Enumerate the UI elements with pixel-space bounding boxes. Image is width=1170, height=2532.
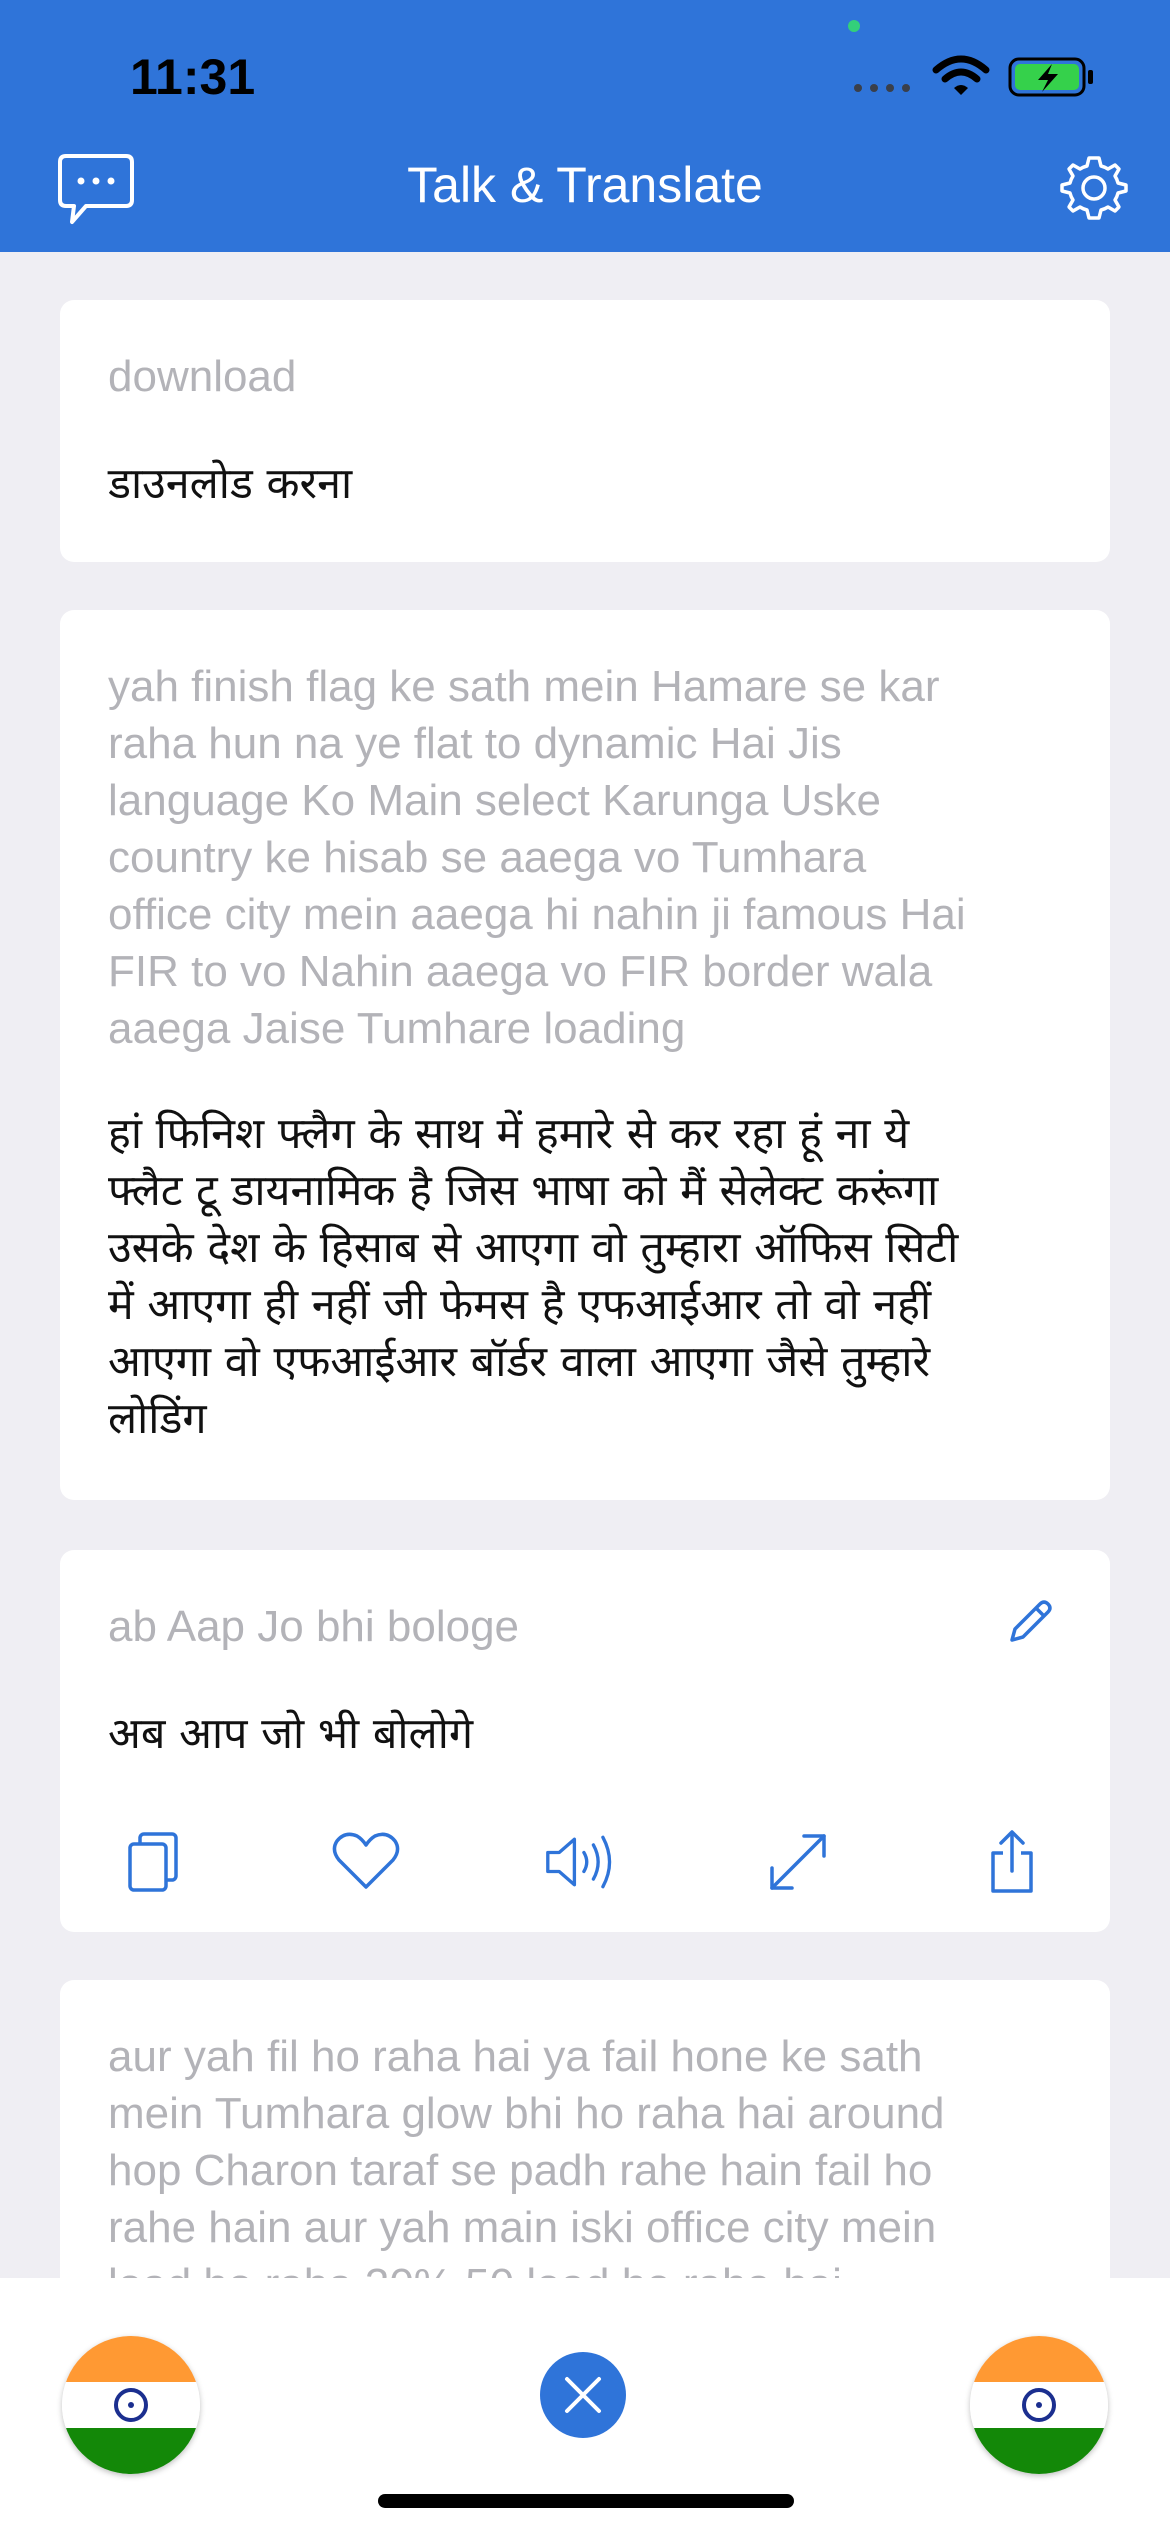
source-line: country ke hisab se aaega vo Tumhara xyxy=(108,833,867,882)
translation-card-3[interactable]: ab Aap Jo bhi bologe अब आप जो भी बोलोगे xyxy=(60,1550,1110,1932)
status-time: 11:31 xyxy=(130,49,256,105)
close-button[interactable] xyxy=(540,2352,626,2438)
source-text: aur yah fil ho raha hai ya fail hone ke … xyxy=(108,2028,1062,2313)
source-line: language Ko Main select Karunga Uske xyxy=(108,776,881,825)
india-flag-icon[interactable] xyxy=(970,2336,1108,2474)
copy-icon xyxy=(128,1832,178,1892)
translated-line: लोडिंग xyxy=(108,1394,207,1444)
home-indicator xyxy=(378,2494,794,2508)
cellular-signal-icon xyxy=(854,84,910,92)
translation-card-2[interactable]: yah finish flag ke sath mein Hamare se k… xyxy=(60,610,1110,1500)
source-text: yah finish flag ke sath mein Hamare se k… xyxy=(108,658,1062,1057)
heart-icon xyxy=(332,1832,400,1889)
header: 11:31 Talk & Translate xyxy=(0,0,1170,252)
battery-charging-icon xyxy=(1008,57,1093,97)
source-line: aaega Jaise Tumhare loading xyxy=(108,1004,686,1053)
settings-gear-icon[interactable] xyxy=(1058,152,1130,224)
camera-indicator-icon xyxy=(848,20,860,32)
app-screen: 11:31 Talk & Translate download डाउनलोड … xyxy=(0,0,1170,2532)
source-line: aur yah fil ho raha hai ya fail hone ke … xyxy=(108,2032,923,2081)
expand-button[interactable] xyxy=(760,1824,836,1900)
page-title: Talk & Translate xyxy=(407,157,763,213)
source-text: download xyxy=(108,352,297,401)
translated-text: हां फिनिश फ्लैग के साथ में हमारे से कर र… xyxy=(108,1106,1062,1448)
favorite-button[interactable] xyxy=(328,1824,404,1900)
source-line: rahe hain aur yah main iski office city … xyxy=(108,2203,937,2252)
source-text: ab Aap Jo bhi bologe xyxy=(108,1602,520,1651)
translated-text: डाउनलोड करना xyxy=(108,459,353,509)
source-line: office city mein aaega hi nahin ji famou… xyxy=(108,890,966,939)
source-line: hop Charon taraf se padh rahe hain fail … xyxy=(108,2146,933,2195)
translated-text: अब आप जो भी बोलोगे xyxy=(108,1709,474,1759)
translated-line: आएगा वो एफआईआर बॉर्डर वाला आएगा जैसे तुम… xyxy=(108,1337,931,1387)
speaker-icon xyxy=(546,1835,612,1889)
translated-line: हां फिनिश फ्लैग के साथ में हमारे से कर र… xyxy=(108,1109,910,1159)
speak-button[interactable] xyxy=(544,1824,620,1900)
share-icon xyxy=(991,1830,1033,1893)
expand-icon xyxy=(770,1834,826,1890)
copy-button[interactable] xyxy=(116,1824,192,1900)
share-button[interactable] xyxy=(974,1824,1050,1900)
source-line: raha hun na ye flat to dynamic Hai Jis xyxy=(108,719,842,768)
source-line: mein Tumhara glow bhi ho raha hai around xyxy=(108,2089,945,2138)
india-flag-icon[interactable] xyxy=(62,2336,200,2474)
wifi-icon xyxy=(932,55,990,95)
source-line: FIR to vo Nahin aaega vo FIR border wala xyxy=(108,947,933,996)
translated-line: में आएगा ही नहीं जी फेमस है एफआईआर तो वो… xyxy=(108,1280,932,1330)
source-line: yah finish flag ke sath mein Hamare se k… xyxy=(108,662,940,711)
edit-pencil-icon[interactable] xyxy=(1002,1594,1058,1650)
close-icon xyxy=(565,2377,601,2413)
translated-line: उसके देश के हिसाब से आएगा वो तुम्हारा ऑफ… xyxy=(108,1223,959,1273)
translated-line: फ्लैट टू डायनामिक है जिस भाषा को मैं सेल… xyxy=(108,1166,939,1216)
translation-card-1[interactable]: download डाउनलोड करना xyxy=(60,300,1110,562)
